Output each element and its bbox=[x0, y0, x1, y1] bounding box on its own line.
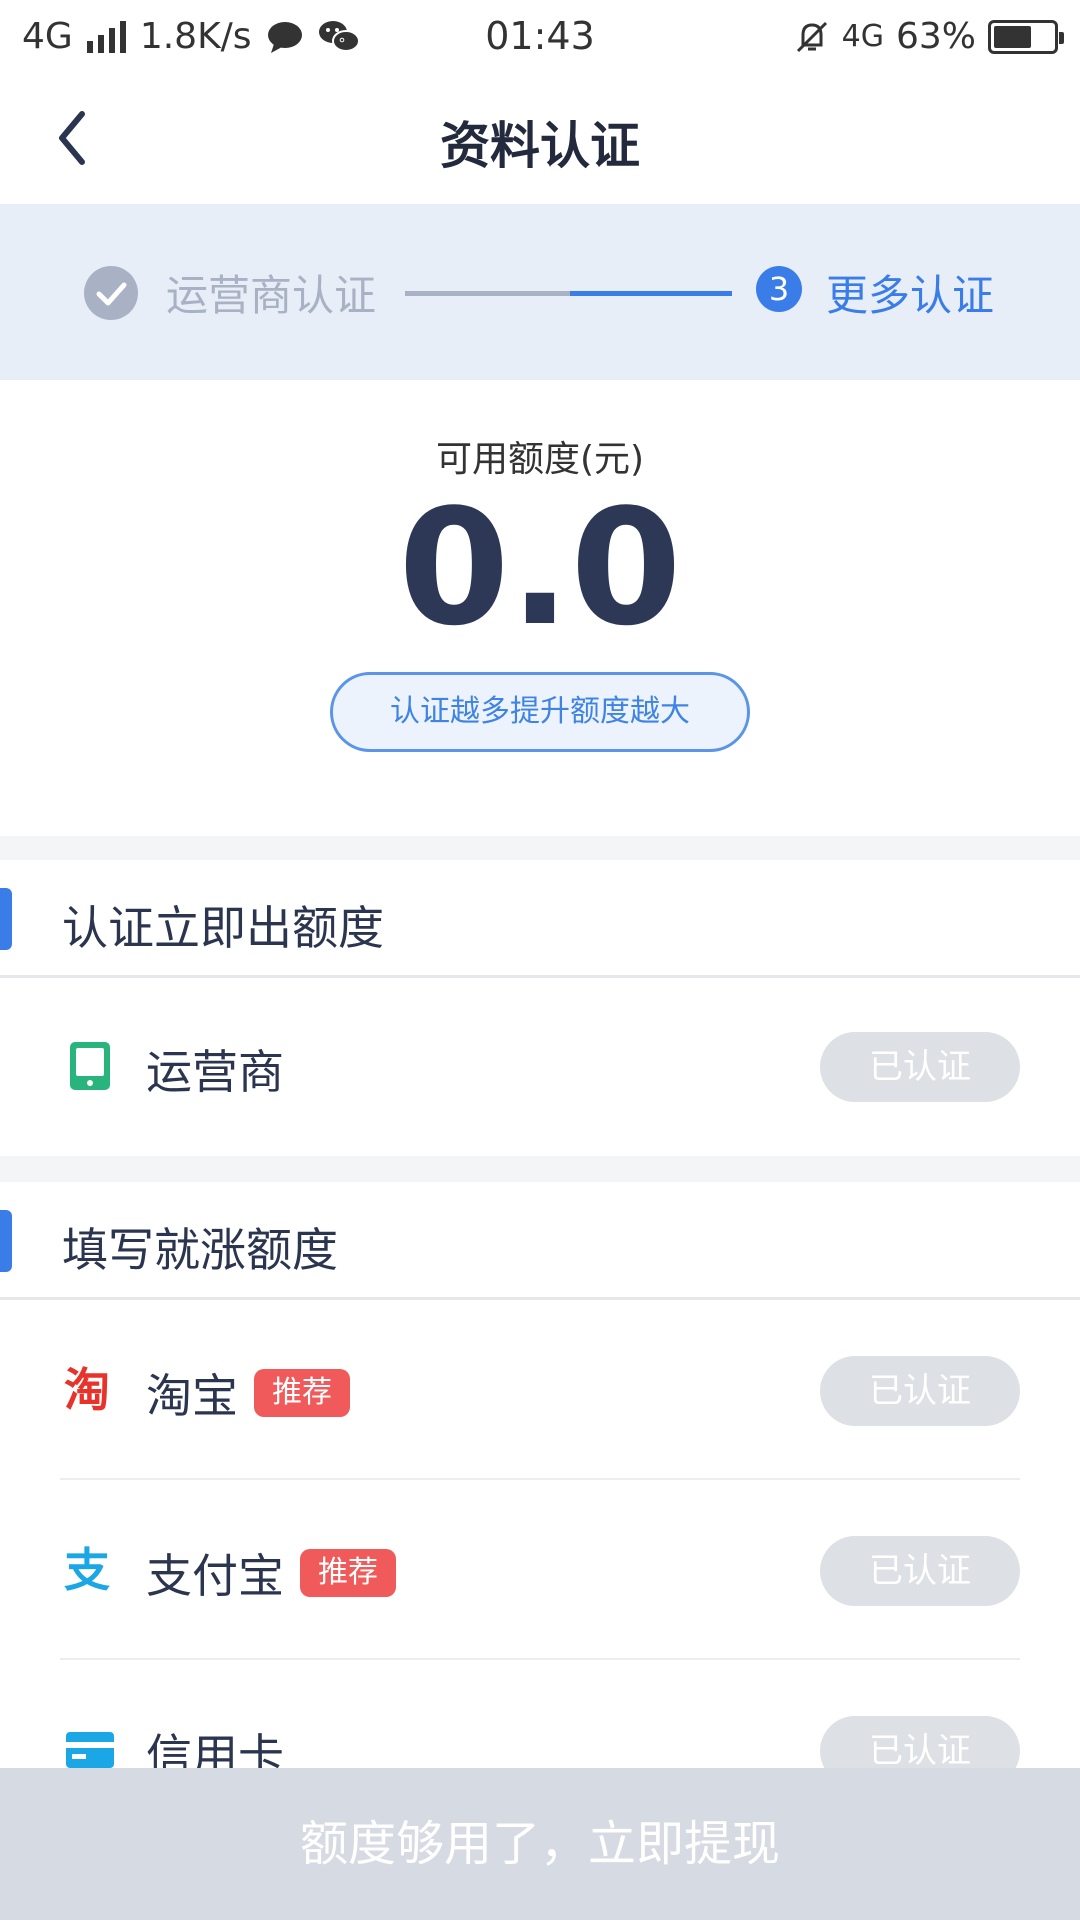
step-done-label: 运营商认证 bbox=[166, 271, 377, 320]
section-title: 填写就涨额度 bbox=[62, 1223, 338, 1277]
verified-button[interactable]: 已认证 bbox=[820, 1356, 1020, 1426]
recommend-badge: 推荐 bbox=[254, 1369, 350, 1417]
verified-button[interactable]: 已认证 bbox=[820, 1536, 1020, 1606]
row-divider bbox=[60, 1478, 1020, 1480]
status-right: 4G 63% bbox=[794, 16, 1064, 57]
network-type-right: 4G bbox=[841, 19, 884, 54]
section-header: 填写就涨额度 bbox=[0, 1182, 1080, 1300]
section-accent-bar bbox=[0, 888, 12, 950]
phone-icon bbox=[64, 1040, 116, 1092]
status-bar: 4G 1.8K/s 01:43 4G 63% bbox=[0, 0, 1080, 76]
progress-steps: 运营商认证 3 更多认证 bbox=[0, 204, 1080, 380]
list-item-operator[interactable]: 运营商 已认证 bbox=[0, 978, 1080, 1156]
list-item-taobao[interactable]: 淘 淘宝 推荐 已认证 bbox=[0, 1302, 1080, 1480]
section-gap bbox=[0, 1156, 1080, 1182]
check-circle-icon bbox=[84, 266, 138, 320]
battery-percent: 63% bbox=[895, 16, 976, 57]
item-label-text: 支付宝 bbox=[146, 1549, 284, 1603]
recommend-badge: 推荐 bbox=[300, 1549, 396, 1597]
quota-panel: 可用额度(元) 0.0 认证越多提升额度越大 bbox=[0, 380, 1080, 836]
quota-value: 0.0 bbox=[398, 474, 682, 661]
section-gap bbox=[0, 836, 1080, 860]
taobao-icon: 淘 bbox=[64, 1363, 110, 1417]
page-title: 资料认证 bbox=[440, 117, 640, 175]
section-header: 认证立即出额度 bbox=[0, 860, 1080, 978]
list-item-alipay[interactable]: 支 支付宝 推荐 已认证 bbox=[0, 1482, 1080, 1660]
bell-mute-icon bbox=[796, 21, 827, 52]
battery-icon bbox=[988, 19, 1064, 54]
list-item-label: 支付宝 推荐 bbox=[146, 1540, 396, 1606]
withdraw-button[interactable]: 额度够用了，立即提现 bbox=[0, 1768, 1080, 1920]
step-line-active bbox=[570, 291, 732, 296]
item-label-text: 运营商 bbox=[146, 1045, 284, 1099]
item-label-text: 淘宝 bbox=[146, 1369, 238, 1423]
app-header: 资料认证 bbox=[0, 76, 1080, 204]
quota-tip-pill[interactable]: 认证越多提升额度越大 bbox=[330, 672, 750, 752]
section-accent-bar bbox=[0, 1210, 12, 1272]
step-number-badge: 3 bbox=[756, 266, 802, 312]
list-item-label: 淘宝 推荐 bbox=[146, 1360, 350, 1426]
step-active-label: 更多认证 bbox=[826, 271, 995, 320]
section-title: 认证立即出额度 bbox=[62, 901, 384, 955]
alipay-icon: 支 bbox=[64, 1543, 110, 1597]
step-line-complete bbox=[405, 291, 570, 296]
list-item-label: 运营商 bbox=[146, 1036, 284, 1102]
row-divider bbox=[60, 1658, 1020, 1660]
verified-button[interactable]: 已认证 bbox=[820, 1032, 1020, 1102]
